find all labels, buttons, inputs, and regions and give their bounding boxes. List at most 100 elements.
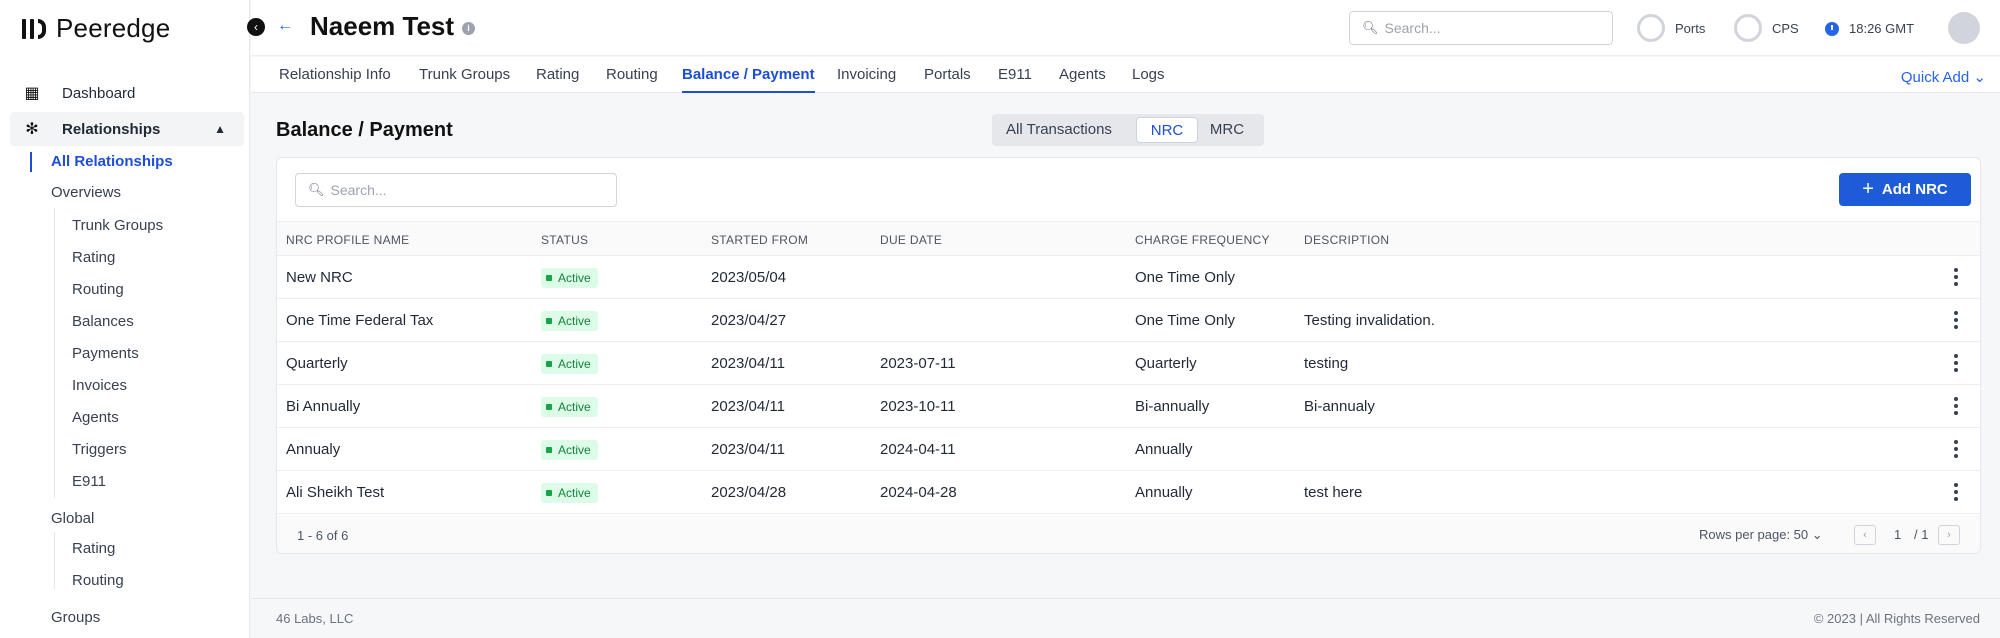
rows-per-page-label: Rows per page: 50: [1699, 527, 1809, 542]
segment-mrc[interactable]: MRC: [1202, 117, 1252, 143]
chevron-left-icon: ‹: [1863, 529, 1867, 541]
table-row[interactable]: Quarterly 2023/04/11 2023-07-11 Quarterly te…: [277, 342, 1980, 385]
tab-trunk-groups[interactable]: Trunk Groups: [419, 66, 510, 93]
status-dot-icon: [546, 447, 552, 453]
column-header-name[interactable]: NRC PROFILE NAME: [286, 233, 409, 247]
sidebar-item-rating[interactable]: Rating: [72, 249, 115, 266]
tab-relationship-info[interactable]: Relationship Info: [279, 66, 391, 93]
sidebar-item-global[interactable]: Global: [51, 510, 94, 527]
next-page-button[interactable]: ›: [1938, 525, 1960, 545]
cell-due-date: 2024-04-11: [880, 441, 956, 458]
segment-nrc[interactable]: NRC: [1136, 117, 1198, 143]
table-row[interactable]: Annualy 2023/04/11 2024-04-11 Annually Activ…: [277, 428, 1980, 471]
column-header-status[interactable]: STATUS: [541, 233, 588, 247]
table-row[interactable]: Bi Annually 2023/04/11 2023-10-11 Bi-annual…: [277, 385, 1980, 428]
sidebar-item-payments[interactable]: Payments: [72, 345, 139, 362]
table-search-input[interactable]: 🔍︎ Search...: [295, 173, 617, 207]
cell-charge-frequency: Annually: [1135, 441, 1193, 458]
sidebar-item-balances[interactable]: Balances: [72, 313, 134, 330]
cell-charge-frequency: Bi-annually: [1135, 398, 1210, 415]
status-text: Active: [558, 443, 591, 457]
chevron-up-icon[interactable]: ▲: [214, 122, 226, 136]
column-header-charge-frequency[interactable]: CHARGE FREQUENCY: [1135, 233, 1270, 247]
tab-balance-payment[interactable]: Balance / Payment: [682, 66, 815, 93]
collapse-sidebar-icon[interactable]: ‹: [247, 18, 265, 36]
status-dot-icon: [546, 361, 552, 367]
sidebar-item-all-relationships[interactable]: All Relationships: [51, 153, 173, 170]
copyright: © 2023 | All Rights Reserved: [1813, 611, 1980, 626]
tab-e911[interactable]: E911: [998, 66, 1032, 93]
global-search-input[interactable]: 🔍︎ Search...: [1349, 11, 1613, 45]
row-actions-kebab-icon[interactable]: [1954, 397, 1958, 415]
sidebar-item-agents[interactable]: Agents: [72, 409, 119, 426]
tab-rating[interactable]: Rating: [536, 66, 579, 93]
status-badge: Active: [541, 440, 598, 460]
table-header: NRC PROFILE NAME STATUS STARTED FROM DUE…: [277, 221, 1980, 256]
clock-icon: [1825, 21, 1839, 36]
column-header-due-date[interactable]: DUE DATE: [880, 233, 942, 247]
row-actions-kebab-icon[interactable]: [1954, 483, 1958, 501]
tab-routing[interactable]: Routing: [606, 66, 658, 93]
tab-logs[interactable]: Logs: [1132, 66, 1165, 93]
table-row[interactable]: One Time Federal Tax 2023/04/27 One Time O…: [277, 299, 1980, 342]
clock-time: 18:26 GMT: [1849, 21, 1915, 36]
sidebar-item-invoices[interactable]: Invoices: [72, 377, 127, 394]
sidebar-item-global-routing[interactable]: Routing: [72, 572, 124, 589]
chevron-right-icon: ›: [1947, 529, 1951, 541]
rows-per-page-select[interactable]: Rows per page: 50 ⌄: [1699, 527, 1823, 543]
cell-started-from: 2023/04/11: [711, 441, 785, 458]
user-avatar[interactable]: [1948, 12, 1980, 44]
column-header-started-from[interactable]: STARTED FROM: [711, 233, 808, 247]
cell-charge-frequency: Annually: [1135, 484, 1193, 501]
sidebar-item-trunk-groups[interactable]: Trunk Groups: [72, 217, 163, 234]
peeredge-logo-icon: [22, 16, 46, 40]
quick-add-label: Quick Add: [1900, 69, 1970, 86]
status-text: Active: [558, 314, 591, 328]
cell-charge-frequency: Quarterly: [1135, 355, 1197, 372]
active-indicator: [30, 152, 32, 172]
sidebar-item-routing[interactable]: Routing: [72, 281, 124, 298]
tree-line: [54, 208, 55, 498]
info-icon[interactable]: i: [462, 22, 475, 35]
relationship-tabs: Relationship Info Trunk Groups Rating Ro…: [251, 57, 2000, 93]
relationships-icon: ✻: [25, 121, 39, 138]
table-row[interactable]: Ali Sheikh Test 2023/04/28 2024-04-28 Annua…: [277, 471, 1980, 514]
sidebar-item-global-rating[interactable]: Rating: [72, 540, 115, 557]
cell-name: One Time Federal Tax: [286, 312, 434, 329]
status-dot-icon: [546, 404, 552, 410]
sidebar-item-relationships[interactable]: ✻ Relationships ▲: [10, 112, 244, 146]
row-actions-kebab-icon[interactable]: [1954, 268, 1958, 286]
cps-indicator[interactable]: CPS: [1734, 14, 1799, 42]
cell-started-from: 2023/04/11: [711, 355, 785, 372]
clock: 18:26 GMT: [1825, 21, 1914, 36]
page-footer: 46 Labs, LLC © 2023 | All Rights Reserve…: [251, 598, 2000, 638]
brand-logo[interactable]: Peeredge: [22, 12, 170, 44]
column-header-description[interactable]: DESCRIPTION: [1304, 233, 1389, 247]
row-actions-kebab-icon[interactable]: [1954, 354, 1958, 372]
tab-invoicing[interactable]: Invoicing: [837, 66, 896, 93]
row-actions-kebab-icon[interactable]: [1954, 311, 1958, 329]
sidebar-item-overviews[interactable]: Overviews: [51, 184, 121, 201]
row-actions-kebab-icon[interactable]: [1954, 440, 1958, 458]
ports-indicator[interactable]: Ports: [1637, 14, 1705, 42]
sidebar-item-e911[interactable]: E911: [72, 473, 106, 490]
sidebar-item-label: Dashboard: [62, 84, 136, 102]
add-nrc-button[interactable]: + Add NRC: [1839, 173, 1971, 206]
back-arrow-icon[interactable]: ←: [277, 17, 293, 35]
tab-agents[interactable]: Agents: [1059, 66, 1106, 93]
cell-name: New NRC: [286, 269, 353, 286]
sidebar-item-triggers[interactable]: Triggers: [72, 441, 126, 458]
prev-page-button[interactable]: ‹: [1854, 525, 1876, 545]
status-badge: Active: [541, 268, 598, 288]
cell-started-from: 2023/04/11: [711, 398, 785, 415]
add-nrc-label: Add NRC: [1881, 181, 1948, 198]
ports-ring-icon: [1637, 14, 1665, 42]
quick-add-button[interactable]: Quick Add ⌄: [1901, 68, 1986, 86]
cell-charge-frequency: One Time Only: [1135, 269, 1236, 286]
sidebar-item-groups[interactable]: Groups: [51, 609, 100, 626]
current-page: 1: [1894, 527, 1902, 542]
sidebar-item-dashboard[interactable]: ▦ Dashboard: [10, 76, 244, 110]
segment-all-transactions[interactable]: All Transactions: [1000, 117, 1118, 143]
tab-portals[interactable]: Portals: [924, 66, 971, 93]
table-row[interactable]: New NRC 2023/05/04 One Time Only Active: [277, 256, 1980, 299]
